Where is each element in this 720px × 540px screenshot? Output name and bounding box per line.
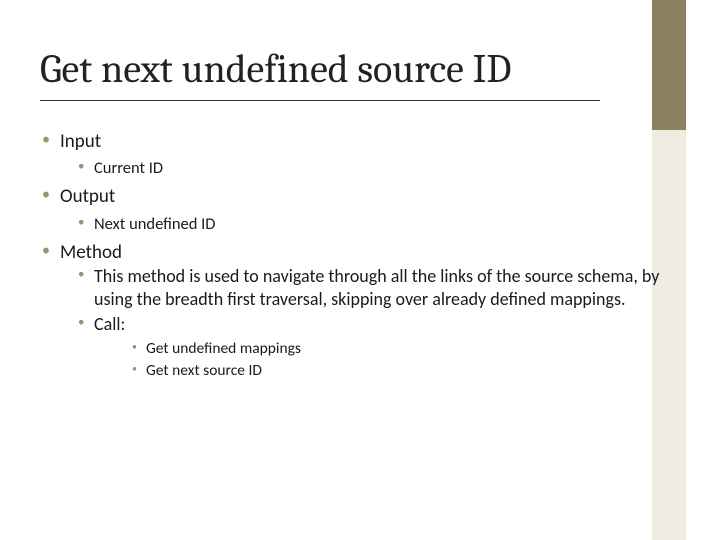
- bullet-method-call: Call: Get undefined mappings Get next so…: [60, 313, 662, 381]
- title-underline: [40, 100, 600, 101]
- bullet-method-label: Method: [60, 241, 122, 264]
- bullet-method: Method This method is used to navigate t…: [42, 241, 662, 381]
- bullet-input-sublist: Current ID: [60, 158, 662, 179]
- bullet-method-call-label: Call:: [94, 313, 125, 335]
- bullet-method-desc: This method is used to navigate through …: [60, 265, 662, 311]
- bullet-input-label: Input: [60, 130, 101, 153]
- bullet-output-item: Next undefined ID: [60, 214, 662, 235]
- bullet-output: Output Next undefined ID: [42, 185, 662, 234]
- accent-dark: [652, 0, 686, 130]
- bullet-method-call-item: Get undefined mappings: [94, 339, 662, 359]
- bullet-input-item: Current ID: [60, 158, 662, 179]
- bullet-output-sublist: Next undefined ID: [60, 214, 662, 235]
- bullet-input: Input Current ID: [42, 130, 662, 179]
- bullet-method-sublist: This method is used to navigate through …: [60, 265, 662, 381]
- slide-body: Input Current ID Output Next undefined I…: [42, 130, 662, 385]
- bullet-list: Input Current ID Output Next undefined I…: [42, 130, 662, 381]
- slide: Get next undefined source ID Input Curre…: [0, 0, 720, 540]
- bullet-output-label: Output: [60, 185, 115, 208]
- slide-title: Get next undefined source ID: [40, 48, 511, 90]
- bullet-method-calls-list: Get undefined mappings Get next source I…: [94, 339, 662, 381]
- bullet-method-call-item: Get next source ID: [94, 361, 662, 381]
